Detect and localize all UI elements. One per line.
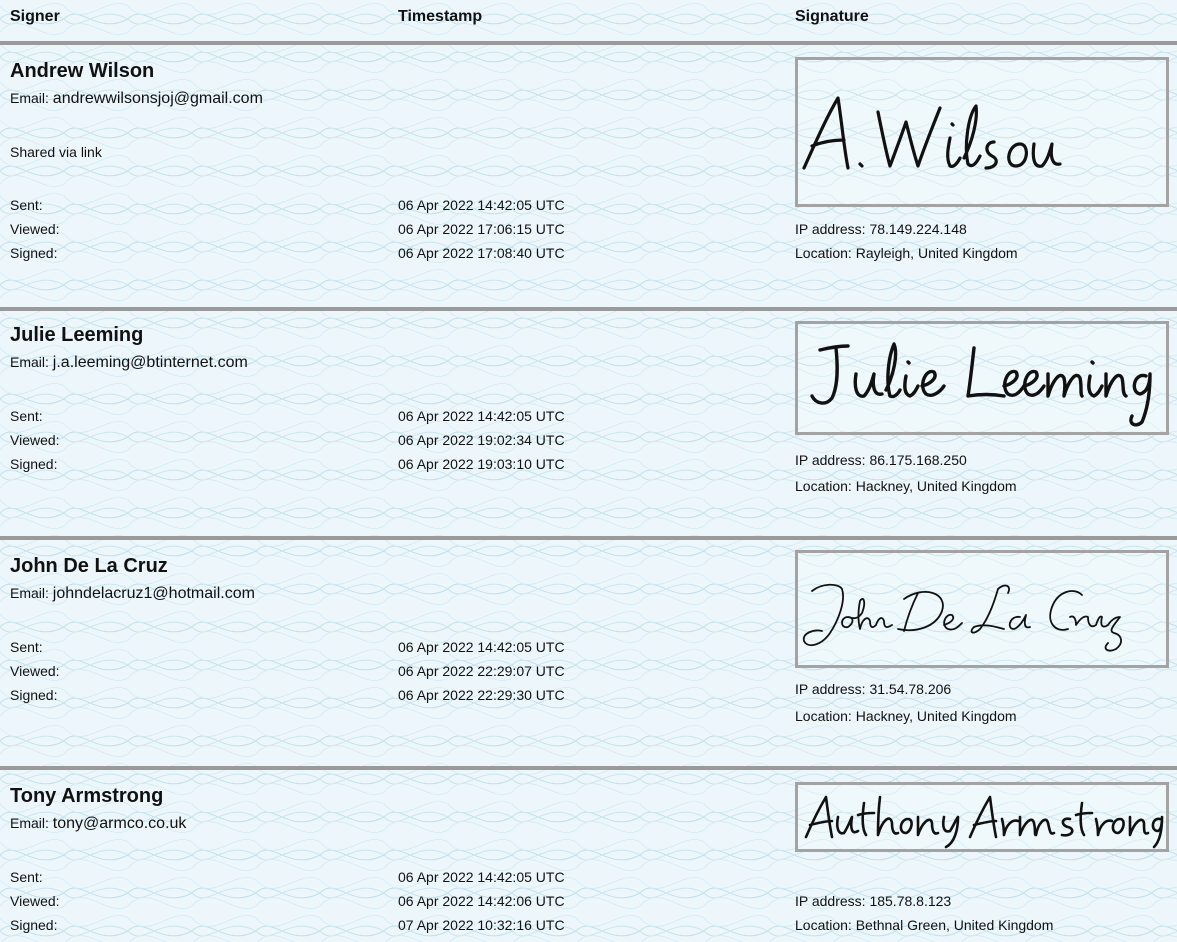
header-divider [0,41,1177,45]
signed-timestamp: 06 Apr 2022 19:03:10 UTC [398,456,565,472]
signature-box [795,321,1169,435]
sent-label: Sent: [10,639,43,655]
share-note: Shared via link [10,144,102,160]
sent-label: Sent: [10,197,43,213]
sent-timestamp: 06 Apr 2022 14:42:05 UTC [398,639,565,655]
column-header-timestamp: Timestamp [398,8,483,25]
signer-email: Email: j.a.leeming@btinternet.com [10,354,248,372]
sent-timestamp: 06 Apr 2022 14:42:05 UTC [398,869,565,885]
column-header-signature: Signature [795,8,869,25]
email-value: tony@armco.co.uk [52,815,187,832]
sent-timestamp: 06 Apr 2022 14:42:05 UTC [398,408,565,424]
signature-ip: IP address: 78.149.224.148 [795,221,967,237]
email-value: j.a.leeming@btinternet.com [52,354,248,371]
viewed-timestamp: 06 Apr 2022 22:29:07 UTC [398,663,565,679]
viewed-label: Viewed: [10,221,60,237]
signer-divider [0,766,1177,770]
signed-label: Signed: [10,917,58,933]
signer-block: Andrew Wilson Email: andrewwilsonsjoj@gm… [0,57,1177,300]
column-header-signer: Signer [10,8,60,25]
table-header: Signer Timestamp Signature [0,0,1177,42]
email-value: andrewwilsonsjoj@gmail.com [52,90,263,107]
signer-name: Tony Armstrong [10,785,164,807]
signature-box [795,57,1169,207]
email-label: Email: [10,815,49,831]
signer-email: Email: andrewwilsonsjoj@gmail.com [10,90,263,108]
email-value: johndelacruz1@hotmail.com [52,585,255,602]
signed-timestamp: 06 Apr 2022 17:08:40 UTC [398,245,565,261]
signature-location: Location: Hackney, United Kingdom [795,478,1017,494]
signed-timestamp: 06 Apr 2022 22:29:30 UTC [398,687,565,703]
signer-block: John De La Cruz Email: johndelacruz1@hot… [0,550,1177,755]
email-label: Email: [10,90,49,106]
sent-timestamp: 06 Apr 2022 14:42:05 UTC [398,197,565,213]
viewed-timestamp: 06 Apr 2022 19:02:34 UTC [398,432,565,448]
signer-divider [0,307,1177,311]
signer-email: Email: johndelacruz1@hotmail.com [10,585,255,603]
email-label: Email: [10,354,49,370]
signer-name: John De La Cruz [10,555,168,577]
signed-label: Signed: [10,245,58,261]
signer-name: Julie Leeming [10,324,144,346]
signed-timestamp: 07 Apr 2022 10:32:16 UTC [398,917,565,933]
signature-location: Location: Rayleigh, United Kingdom [795,245,1018,261]
signer-divider [0,536,1177,540]
signed-label: Signed: [10,687,58,703]
sent-label: Sent: [10,408,43,424]
signature-location: Location: Bethnal Green, United Kingdom [795,917,1054,933]
signer-email: Email: tony@armco.co.uk [10,815,186,833]
viewed-label: Viewed: [10,893,60,909]
signer-block: Tony Armstrong Email: tony@armco.co.uk S… [0,782,1177,942]
signature-image [802,96,1062,170]
viewed-label: Viewed: [10,432,60,448]
signature-box [795,782,1169,852]
viewed-timestamp: 06 Apr 2022 14:42:06 UTC [398,893,565,909]
signer-block: Julie Leeming Email: j.a.leeming@btinter… [0,321,1177,524]
signature-ip: IP address: 31.54.78.206 [795,681,952,697]
signature-ip: IP address: 185.78.8.123 [795,893,952,909]
signature-image [802,583,1122,652]
viewed-timestamp: 06 Apr 2022 17:06:15 UTC [398,221,565,237]
email-label: Email: [10,585,49,601]
viewed-label: Viewed: [10,663,60,679]
signature-ip: IP address: 86.175.168.250 [795,452,967,468]
signed-label: Signed: [10,456,58,472]
sent-label: Sent: [10,869,43,885]
signer-name: Andrew Wilson [10,60,155,82]
signature-image [810,342,1152,427]
signature-image [804,795,1164,849]
signature-box [795,550,1169,668]
signature-location: Location: Hackney, United Kingdom [795,708,1017,724]
